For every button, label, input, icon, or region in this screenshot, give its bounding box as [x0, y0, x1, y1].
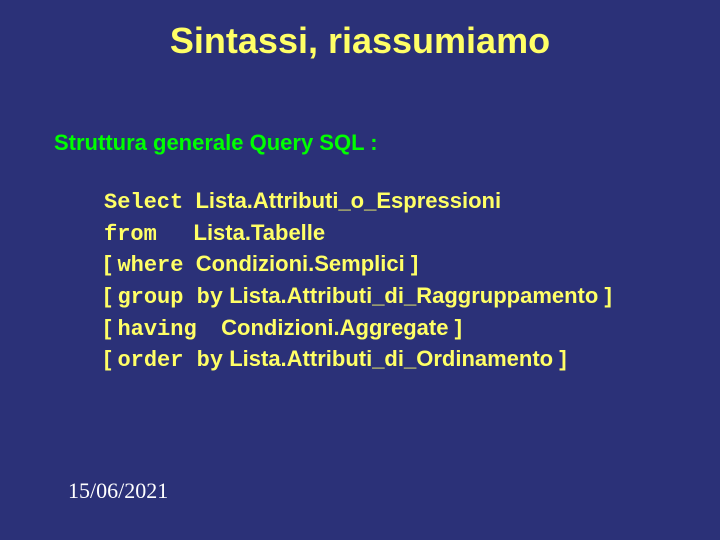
kw-select: Select: [104, 190, 183, 215]
bracket-l: [: [104, 346, 117, 371]
line-groupby: [ group by Lista.Attributi_di_Raggruppam…: [104, 281, 680, 313]
kw-orderby: order by: [117, 348, 223, 373]
arg-from: Lista.Tabelle: [194, 220, 326, 245]
arg-select: Lista.Attributi_o_Espressioni: [195, 188, 501, 213]
slide-title: Sintassi, riassumiamo: [0, 20, 720, 62]
arg-having: Condizioni.Aggregate: [221, 315, 448, 340]
kw-where: where: [117, 253, 183, 278]
kw-from: from: [104, 222, 157, 247]
bracket-r: ]: [405, 251, 418, 276]
bracket-l: [: [104, 315, 117, 340]
bracket-r: ]: [598, 283, 611, 308]
bracket-r: ]: [553, 346, 566, 371]
bracket-l: [: [104, 251, 117, 276]
line-orderby: [ order by Lista.Attributi_di_Ordinament…: [104, 344, 680, 376]
slide-subtitle: Struttura generale Query SQL :: [54, 130, 378, 156]
bracket-l: [: [104, 283, 117, 308]
kw-groupby: group by: [117, 285, 223, 310]
kw-having: having: [117, 317, 196, 342]
sql-structure: Select Lista.Attributi_o_Espressioni fro…: [104, 186, 680, 376]
slide: Sintassi, riassumiamo Struttura generale…: [0, 0, 720, 540]
arg-groupby: Lista.Attributi_di_Raggruppamento: [229, 283, 598, 308]
slide-date: 15/06/2021: [68, 478, 168, 504]
line-having: [ having Condizioni.Aggregate ]: [104, 313, 680, 345]
arg-orderby: Lista.Attributi_di_Ordinamento: [229, 346, 553, 371]
line-select: Select Lista.Attributi_o_Espressioni: [104, 186, 680, 218]
line-where: [ where Condizioni.Semplici ]: [104, 249, 680, 281]
bracket-r: ]: [448, 315, 461, 340]
line-from: from Lista.Tabelle: [104, 218, 680, 250]
arg-where: Condizioni.Semplici: [196, 251, 405, 276]
